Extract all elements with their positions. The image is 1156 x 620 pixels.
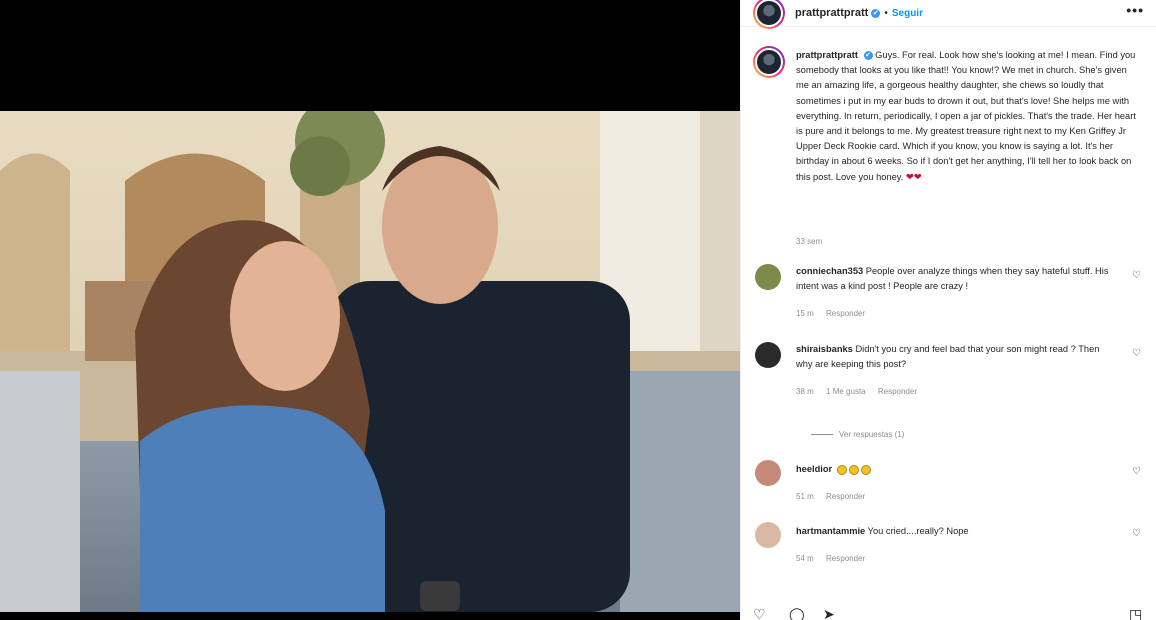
caption-text-block: prattprattpratt ✔ Guys. For real. Look h… [796,48,1140,185]
save-bookmark-icon[interactable]: ◳ [1129,606,1142,620]
commenter-avatar[interactable] [755,522,781,548]
view-replies-label: Ver respuestas (1) [839,430,905,439]
comment-text-block: shiraisbanks Didn't you cry and feel bad… [796,342,1116,372]
caption-time: 33 sem [796,237,832,246]
comment-username[interactable]: conniechan353 [796,266,863,276]
more-options-icon[interactable]: ••• [1126,2,1144,18]
share-icon[interactable]: ➤ [823,606,835,620]
comment-time: 38 m [796,387,814,396]
author-username[interactable]: prattprattpratt [795,7,868,19]
comments-scroll-area[interactable]: prattprattpratt ✔ Guys. For real. Look h… [741,40,1156,604]
like-comment-heart-icon[interactable]: ♡ [1132,528,1142,539]
crying-face-emoji-icon [860,464,871,475]
like-post-heart-icon[interactable]: ♡ [753,606,766,620]
reply-button[interactable]: Responder [878,387,917,396]
comment-time: 15 m [796,309,814,318]
commenter-avatar[interactable] [755,264,781,290]
comment-username[interactable]: hartmantammie [796,526,865,536]
caption-username[interactable]: prattprattpratt [796,50,858,60]
replies-line [811,434,833,436]
comment-likes[interactable]: 1 Me gusta [826,387,866,396]
commenter-avatar[interactable] [755,460,781,486]
comment-time: 51 m [796,492,814,501]
comment-icon[interactable]: ◯ [789,606,805,620]
author-avatar[interactable] [753,0,785,29]
comment-meta: 54 m Responder [796,554,875,563]
heart-emoji: ❤❤ [905,171,922,182]
comment-text: You cried....really? Nope [867,526,969,536]
caption-time-label: 33 sem [796,237,823,246]
separator-dot: • [884,7,888,19]
like-comment-heart-icon[interactable]: ♡ [1132,270,1142,281]
post-side-panel: prattprattpratt ✔ • Seguir ••• prattprat… [740,0,1156,620]
verified-badge-icon: ✔ [863,51,873,61]
comment-time: 54 m [796,554,814,563]
avatar-image [755,48,783,76]
follow-button[interactable]: Seguir [892,8,923,19]
comment-username[interactable]: heeldior [796,464,832,474]
caption-text: Guys. For real. Look how she's looking a… [796,50,1136,182]
comment-meta: 38 m 1 Me gusta Responder [796,387,927,396]
view-replies-button[interactable]: Ver respuestas (1) [811,430,904,439]
instagram-post-view: prattprattpratt ✔ • Seguir ••• prattprat… [0,0,1156,620]
post-media[interactable] [0,0,740,620]
crying-face-emoji-icon [848,464,859,475]
post-action-bar: ♡ ◯ ➤ ◳ [741,602,1156,620]
comment-meta: 51 m Responder [796,492,875,501]
reply-button[interactable]: Responder [826,554,865,563]
like-comment-heart-icon[interactable]: ♡ [1132,348,1142,359]
commenter-avatar[interactable] [755,342,781,368]
verified-badge-icon: ✔ [871,8,881,18]
comment-username[interactable]: shiraisbanks [796,344,853,354]
comment-text-block: hartmantammie You cried....really? Nope [796,524,1116,539]
comment-text-block: heeldior [796,462,1116,477]
comment-meta: 15 m Responder [796,309,875,318]
post-header: prattprattpratt ✔ • Seguir ••• [741,0,1156,29]
reply-button[interactable]: Responder [826,492,865,501]
crying-face-emoji-icon [836,464,847,475]
post-photo [0,111,740,612]
avatar-image [755,0,783,27]
like-comment-heart-icon[interactable]: ♡ [1132,466,1142,477]
reply-button[interactable]: Responder [826,309,865,318]
comment-text-block: conniechan353 People over analyze things… [796,264,1116,294]
caption-avatar[interactable] [753,46,785,78]
